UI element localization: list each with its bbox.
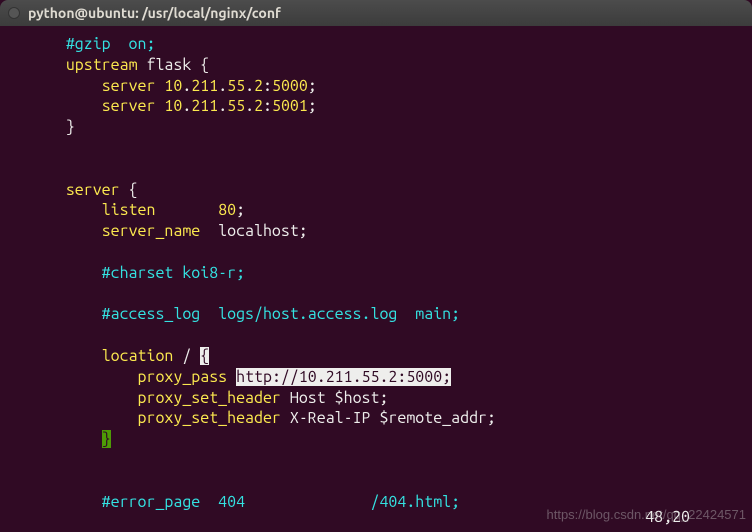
code-text: Host $host; <box>281 389 389 407</box>
code-keyword: proxy_set_header <box>138 409 281 427</box>
code-number: 10 <box>164 77 182 95</box>
code-brace: { <box>129 181 138 199</box>
code-number: 10 <box>164 97 182 115</box>
code-text <box>30 430 102 448</box>
code-keyword: location <box>102 347 174 365</box>
code-text <box>227 368 236 386</box>
code-keyword: server <box>102 77 156 95</box>
code-text: ; <box>308 77 317 95</box>
code-text <box>30 201 102 219</box>
code-text: localhost; <box>200 222 308 240</box>
code-text: : <box>263 97 272 115</box>
code-number: 5001 <box>272 97 308 115</box>
code-text: . <box>182 77 191 95</box>
code-text <box>30 389 138 407</box>
close-icon[interactable] <box>8 7 20 19</box>
watermark-text: https://blog.csdn.net/qq_22424571 <box>547 507 747 522</box>
code-text: ; <box>236 201 245 219</box>
code-text: flask <box>138 56 201 74</box>
code-number: 80 <box>218 201 236 219</box>
code-text <box>30 347 102 365</box>
code-text <box>30 368 138 386</box>
code-text: . <box>245 77 254 95</box>
code-text: . <box>182 97 191 115</box>
code-brace: { <box>200 56 209 74</box>
code-text: . <box>218 77 227 95</box>
code-number: 55 <box>227 97 245 115</box>
code-text: / <box>182 347 191 365</box>
code-text: . <box>245 97 254 115</box>
code-number: 211 <box>191 77 218 95</box>
code-keyword: upstream <box>66 56 138 74</box>
cursor: } <box>102 430 111 448</box>
code-number: 2 <box>254 77 263 95</box>
terminal-content[interactable]: #gzip on; upstream flask { server 10.211… <box>0 26 752 512</box>
code-comment: #gzip on; <box>30 35 155 53</box>
code-number: 2 <box>254 97 263 115</box>
code-keyword: server_name <box>102 222 201 240</box>
code-text <box>30 56 66 74</box>
code-text <box>191 347 200 365</box>
window-titlebar: python@ubuntu: /usr/local/nginx/conf <box>0 0 752 26</box>
code-comment: #charset koi8-r; <box>30 264 245 282</box>
code-keyword: server <box>66 181 120 199</box>
code-text <box>30 118 66 136</box>
code-number: 55 <box>227 77 245 95</box>
code-text: ; <box>308 97 317 115</box>
code-brace-match: { <box>200 347 209 365</box>
code-keyword: server <box>102 97 156 115</box>
code-text <box>30 181 66 199</box>
code-number: 211 <box>191 97 218 115</box>
code-number: 5000 <box>272 77 308 95</box>
code-text <box>30 77 102 95</box>
code-brace: } <box>66 118 75 136</box>
code-text: . <box>218 97 227 115</box>
code-keyword: proxy_pass <box>138 368 228 386</box>
code-text: X-Real-IP $remote_addr; <box>281 409 496 427</box>
code-comment: #error_page 404 /404.html; <box>30 493 460 511</box>
code-selection: http://10.211.55.2:5000; <box>236 368 451 386</box>
code-keyword: listen <box>102 201 156 219</box>
code-text <box>173 347 182 365</box>
code-text <box>155 201 218 219</box>
code-keyword: proxy_set_header <box>138 389 281 407</box>
code-text: : <box>263 77 272 95</box>
code-text <box>30 222 102 240</box>
code-text <box>120 181 129 199</box>
code-comment: #access_log logs/host.access.log main; <box>30 305 460 323</box>
code-text <box>30 409 138 427</box>
window-title: python@ubuntu: /usr/local/nginx/conf <box>28 5 281 21</box>
code-text <box>30 97 102 115</box>
